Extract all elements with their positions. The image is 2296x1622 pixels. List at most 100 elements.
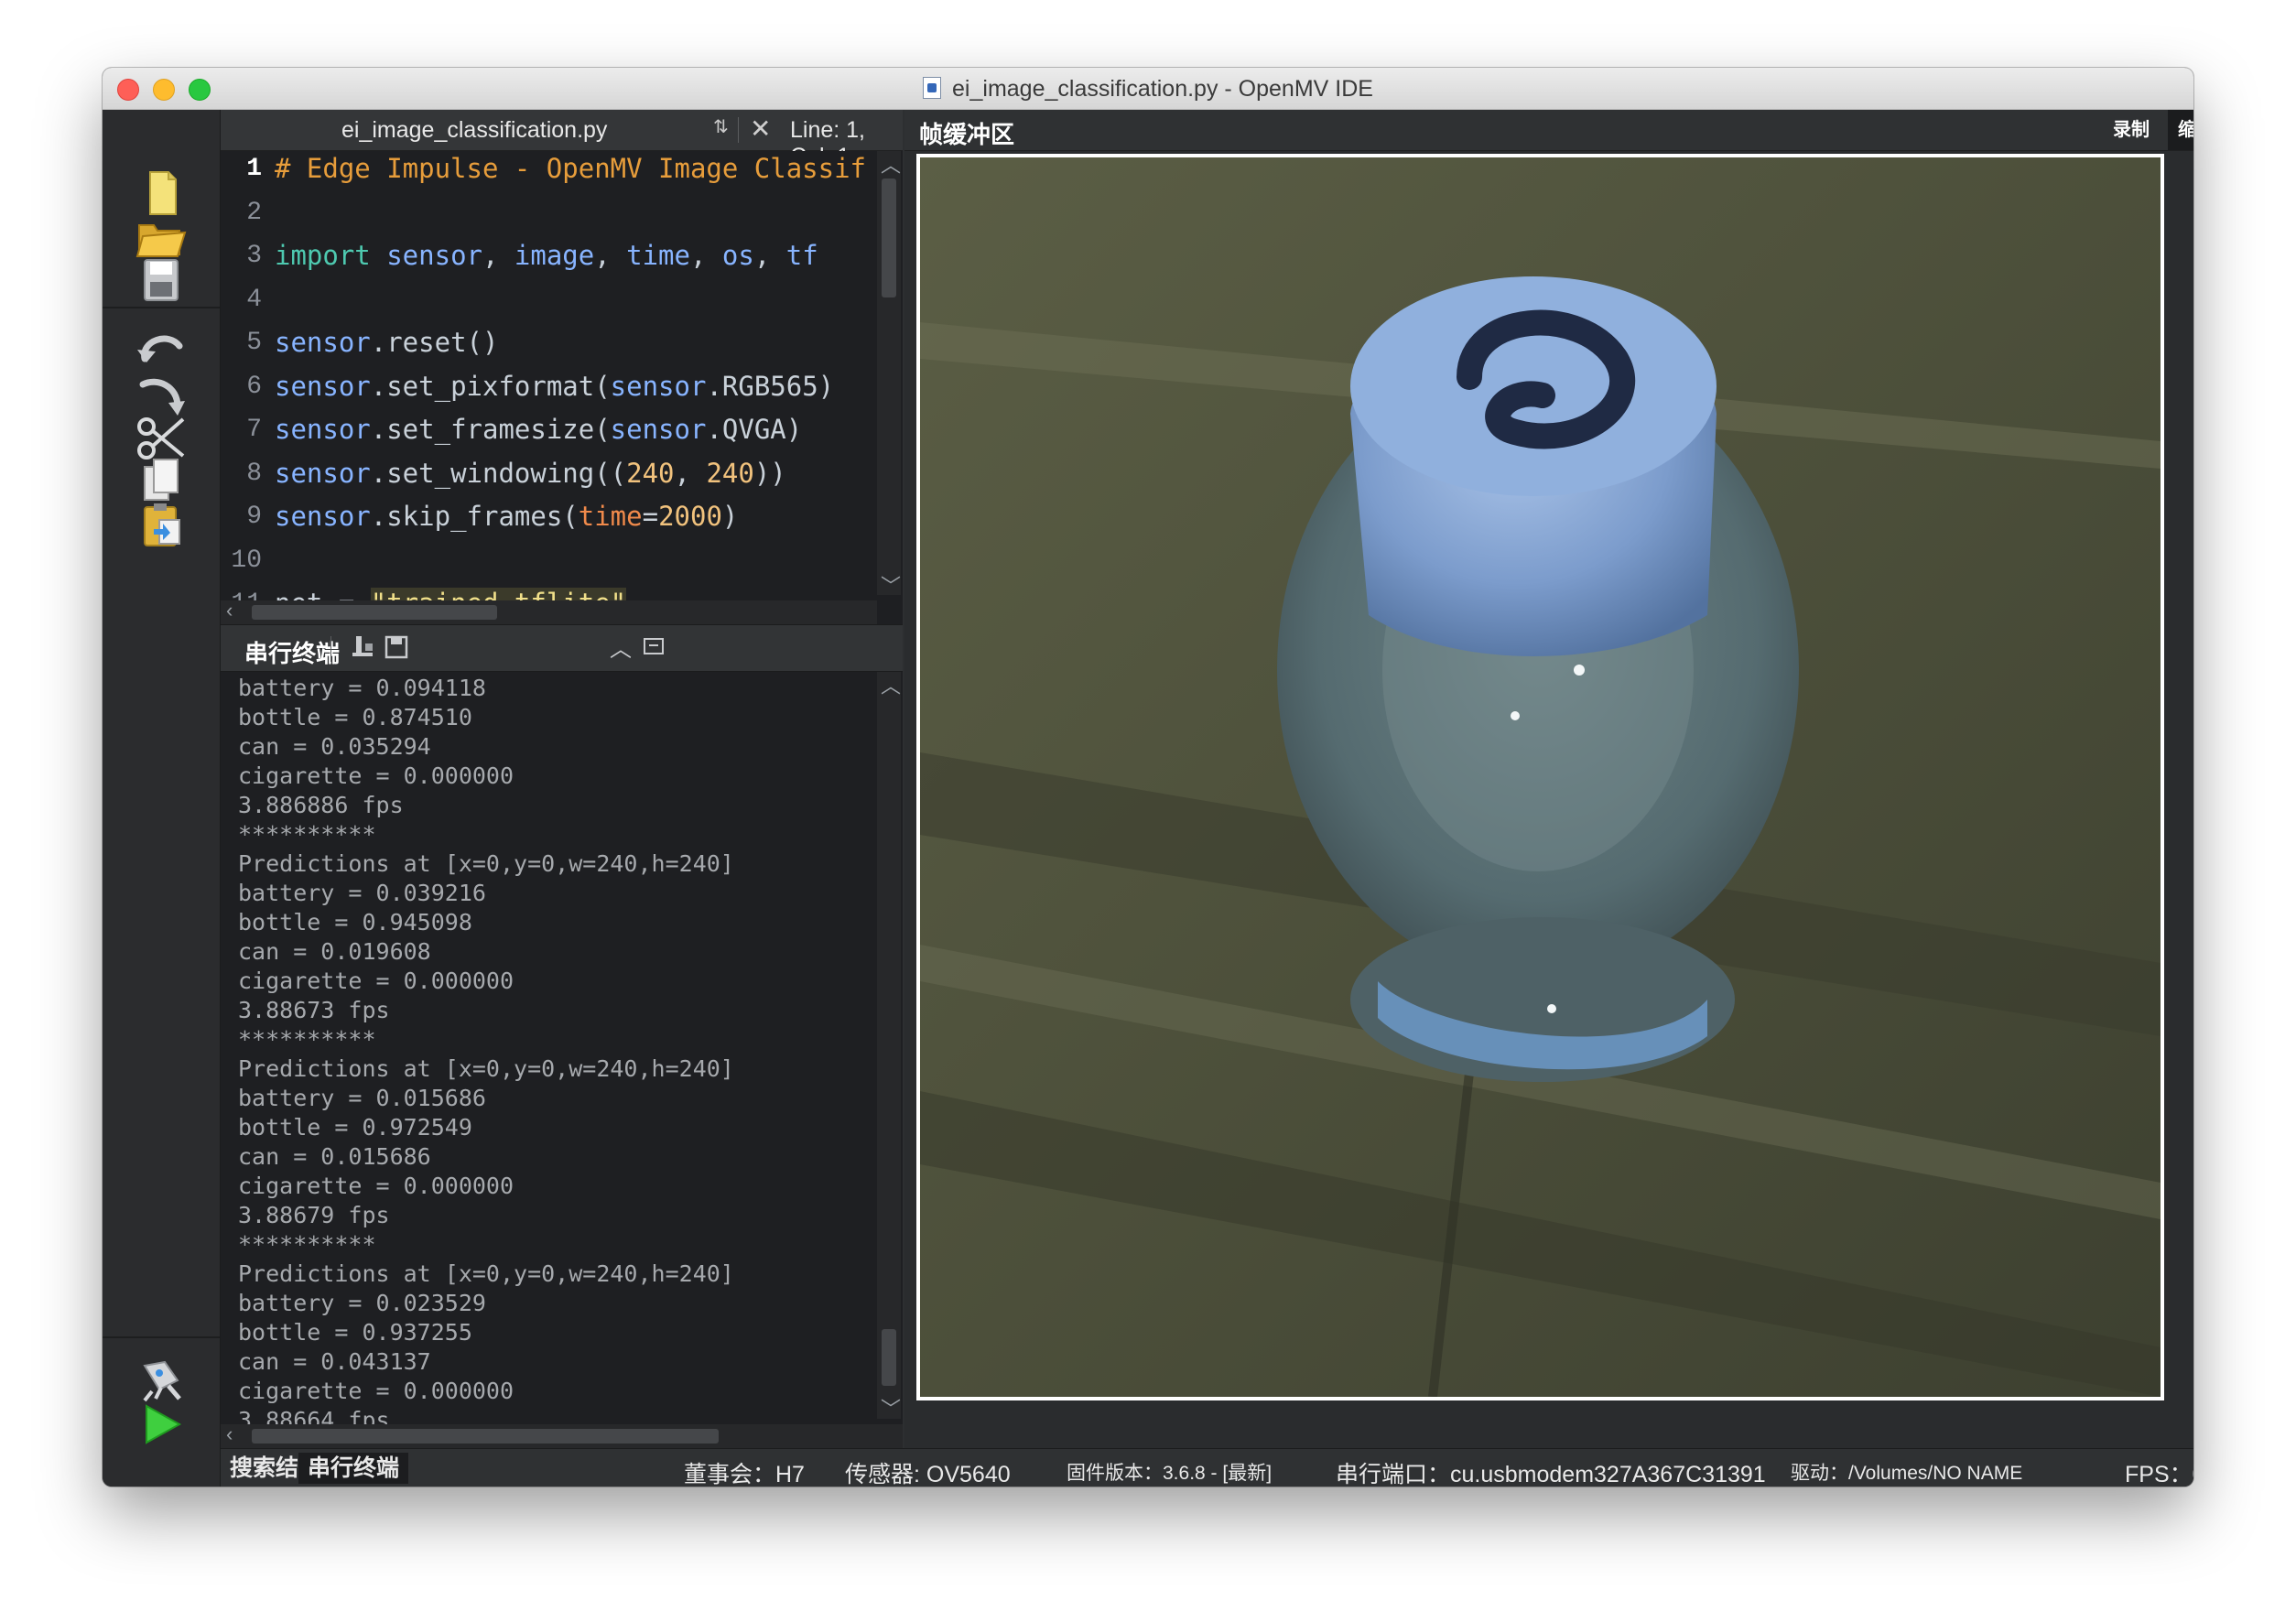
editor-tab-bar: ei_image_classification.py ⇅ ✕ Line: 1, … bbox=[221, 110, 903, 169]
frame-buffer-panel bbox=[904, 151, 2193, 1481]
code-token: time bbox=[626, 240, 690, 271]
line-number: 9 bbox=[246, 503, 262, 531]
scroll-up-icon[interactable]: ︿ bbox=[881, 672, 901, 699]
code-line[interactable]: sensor.skip_frames(time=2000) bbox=[275, 501, 738, 532]
code-token: os bbox=[721, 240, 754, 271]
terminal-line: can = 0.019608 bbox=[238, 938, 431, 965]
sensor-info[interactable]: 传感器: OV5640 bbox=[845, 1456, 1011, 1487]
code-line[interactable]: import sensor, image, time, os, tf bbox=[275, 240, 818, 271]
line-number: 10 bbox=[231, 546, 262, 575]
terminal-line: battery = 0.015686 bbox=[238, 1085, 486, 1111]
camera-frame-image bbox=[916, 154, 2164, 1400]
code-line[interactable]: sensor.set_windowing((240, 240)) bbox=[275, 458, 786, 489]
serial-terminal-output[interactable]: battery = 0.094118 bottle = 0.874510 can =… bbox=[221, 672, 903, 1448]
code-token: sensor bbox=[610, 370, 707, 402]
terminal-line: 3.886886 fps bbox=[238, 792, 404, 818]
line-number: 7 bbox=[246, 416, 262, 444]
python-file-icon bbox=[923, 77, 942, 99]
terminal-line: 3.88679 fps bbox=[238, 1202, 390, 1228]
code-token: , bbox=[689, 240, 722, 271]
scroll-down-icon[interactable]: ﹀ bbox=[881, 570, 901, 600]
code-token: = bbox=[642, 501, 659, 532]
terminal-line: bottle = 0.874510 bbox=[238, 704, 472, 730]
record-button[interactable]: 录制 bbox=[2104, 110, 2159, 150]
editor-vertical-scrollbar[interactable]: ︿ ﹀ bbox=[877, 151, 901, 598]
line-number: 5 bbox=[246, 329, 262, 357]
serial-port-info[interactable]: 串行端口：cu.usbmodem327A367C31391 bbox=[1336, 1456, 1766, 1487]
collapse-terminal-icon[interactable]: ︿ bbox=[610, 631, 632, 663]
terminal-line: cigarette = 0.000000 bbox=[238, 1378, 514, 1404]
code-token: .set_framesize( bbox=[370, 414, 611, 445]
terminal-horizontal-scrollbar[interactable]: ‹ bbox=[221, 1422, 903, 1448]
code-token: import bbox=[275, 240, 371, 271]
code-token: , bbox=[594, 240, 627, 271]
terminal-line: can = 0.043137 bbox=[238, 1348, 431, 1375]
terminal-vertical-scrollbar[interactable]: ︿ ﹀ bbox=[877, 672, 901, 1422]
toolbar-separator bbox=[103, 1336, 220, 1338]
board-info[interactable]: 董事会：H7 bbox=[684, 1456, 805, 1487]
code-token: .reset() bbox=[370, 327, 499, 358]
firmware-info[interactable]: 固件版本：3.6.8 - [最新] bbox=[1067, 1458, 1272, 1486]
code-token: 240 bbox=[626, 457, 675, 489]
terminal-line: cigarette = 0.000000 bbox=[238, 1173, 514, 1199]
code-line[interactable]: sensor.reset() bbox=[275, 327, 498, 358]
scroll-up-icon[interactable]: ︿ bbox=[881, 151, 901, 178]
serial-terminal-tab[interactable]: 串行终端 bbox=[298, 1453, 409, 1484]
code-token: ) bbox=[721, 501, 739, 532]
code-token: .set_pixformat( bbox=[370, 370, 611, 402]
left-toolbar bbox=[103, 110, 221, 1487]
drive-info[interactable]: 驱动：/Volumes/NO NAME bbox=[1791, 1458, 2022, 1486]
serial-terminal-header: 串行终端 ︿ bbox=[221, 624, 903, 672]
terminal-line: Predictions at [x=0,y=0,w=240,h=240] bbox=[238, 1055, 734, 1082]
terminal-line: Predictions at [x=0,y=0,w=240,h=240] bbox=[238, 1260, 734, 1287]
code-token: sensor bbox=[275, 370, 371, 402]
editor-horizontal-scrollbar[interactable]: ‹ bbox=[221, 599, 877, 624]
code-line[interactable]: sensor.set_pixformat(sensor.RGB565) bbox=[275, 371, 834, 402]
code-editor[interactable]: 123456789101112 # Edge Impulse - OpenMV … bbox=[221, 151, 903, 624]
scrollbar-thumb[interactable] bbox=[252, 605, 497, 620]
ide-window: ei_image_classification.py - OpenMV IDE bbox=[103, 68, 2193, 1487]
terminal-line: ********** bbox=[238, 821, 376, 848]
code-token: # Edge Impulse - OpenMV Image Classif bbox=[275, 153, 867, 184]
paste-icon[interactable] bbox=[132, 498, 190, 553]
line-number: 4 bbox=[246, 285, 262, 314]
line-number: 3 bbox=[246, 242, 262, 270]
undock-terminal-icon[interactable] bbox=[642, 634, 666, 663]
terminal-line: bottle = 0.945098 bbox=[238, 909, 472, 935]
terminal-line: ********** bbox=[238, 1231, 376, 1258]
code-token: image bbox=[514, 240, 595, 271]
scroll-left-icon[interactable]: ‹ bbox=[226, 599, 233, 622]
line-number: 8 bbox=[246, 459, 262, 488]
editor-file-selector[interactable]: ei_image_classification.py bbox=[341, 117, 607, 144]
scrollbar-thumb[interactable] bbox=[252, 1429, 719, 1444]
terminal-line: battery = 0.023529 bbox=[238, 1290, 486, 1316]
terminal-line: bottle = 0.937255 bbox=[238, 1319, 472, 1346]
zoom-button[interactable]: 缩放 bbox=[2168, 110, 2193, 150]
code-token: sensor bbox=[275, 501, 371, 532]
terminal-line: can = 0.035294 bbox=[238, 733, 431, 760]
run-icon[interactable] bbox=[132, 1397, 190, 1452]
code-line[interactable]: # Edge Impulse - OpenMV Image Classif bbox=[275, 153, 866, 184]
code-token: , bbox=[753, 240, 786, 271]
code-token: sensor bbox=[275, 414, 371, 445]
terminal-text: battery = 0.094118 bottle = 0.874510 can =… bbox=[238, 674, 870, 1435]
scrollbar-thumb[interactable] bbox=[882, 178, 896, 297]
title-bar: ei_image_classification.py - OpenMV IDE bbox=[103, 68, 2193, 110]
terminal-line: 3.88673 fps bbox=[238, 997, 390, 1023]
terminal-line: battery = 0.094118 bbox=[238, 675, 486, 701]
file-switch-icon[interactable]: ⇅ bbox=[713, 115, 729, 138]
code-token: sensor bbox=[610, 414, 707, 445]
line-number: 1 bbox=[246, 155, 262, 183]
save-icon[interactable] bbox=[132, 253, 190, 308]
code-token: .set_windowing(( bbox=[370, 457, 627, 489]
scrollbar-thumb[interactable] bbox=[882, 1329, 896, 1386]
scroll-left-icon[interactable]: ‹ bbox=[226, 1422, 233, 1446]
status-bar: 搜索结果 串行终端 董事会：H7 传感器: OV5640 固件版本：3.6.8 … bbox=[221, 1448, 2193, 1487]
code-line[interactable]: sensor.set_framesize(sensor.QVGA) bbox=[275, 414, 802, 445]
terminal-settings-icon[interactable] bbox=[349, 633, 378, 666]
close-file-icon[interactable]: ✕ bbox=[750, 114, 771, 144]
fps-info: FPS：0 bbox=[2125, 1462, 2193, 1487]
scroll-down-icon[interactable]: ﹀ bbox=[881, 1393, 901, 1422]
save-log-icon[interactable] bbox=[382, 633, 411, 666]
terminal-line: bottle = 0.972549 bbox=[238, 1114, 472, 1141]
